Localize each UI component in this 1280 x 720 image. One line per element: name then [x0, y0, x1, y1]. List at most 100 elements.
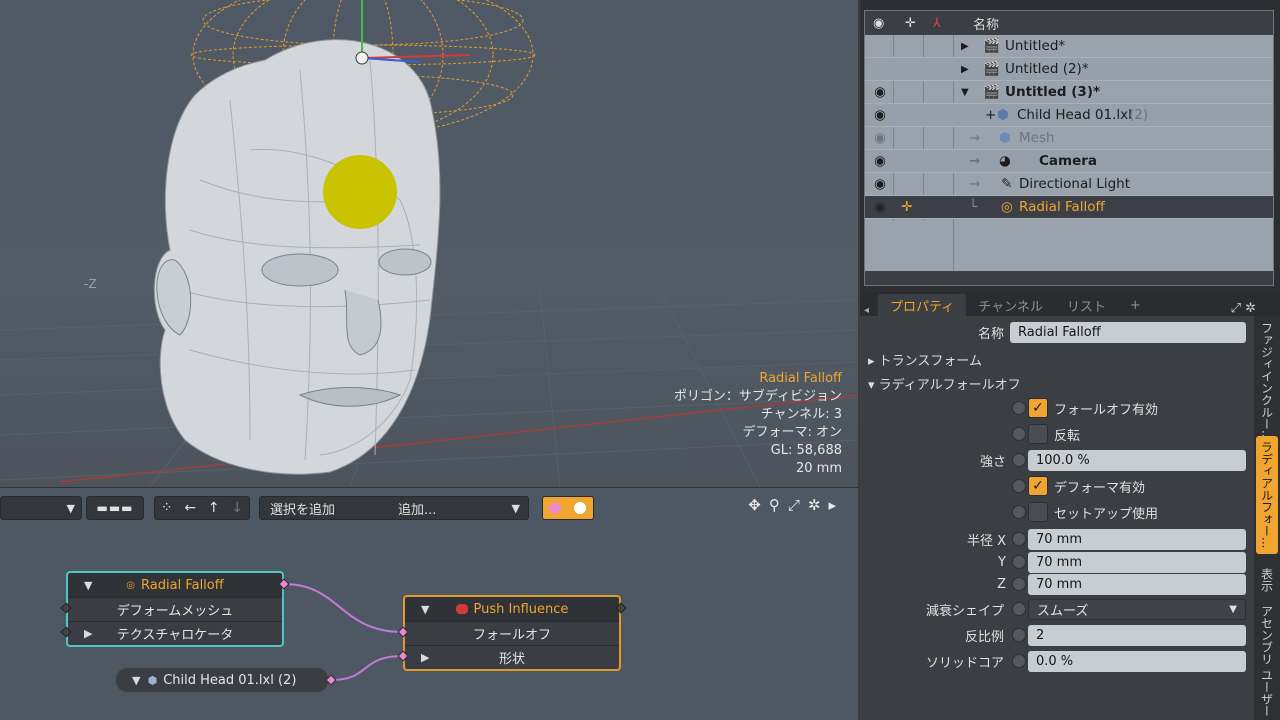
- axis-icon[interactable]: ⅄: [933, 16, 941, 31]
- invert-row: 反転: [860, 422, 1254, 446]
- tree-line: →: [969, 130, 981, 146]
- eye-icon[interactable]: ◉: [871, 107, 889, 123]
- item-list[interactable]: ◉ ✛ ⅄ 名称 ▶ 🎬 Untitled* ▶ 🎬 Untitled (2)*: [864, 10, 1274, 286]
- channel-dot[interactable]: [1012, 532, 1026, 546]
- plus-icon[interactable]: +: [985, 107, 996, 123]
- vtab-display[interactable]: 表示: [1256, 558, 1278, 602]
- node-header[interactable]: ▼ ⬢ Child Head 01.lxl (2): [116, 668, 328, 692]
- core-field[interactable]: 0.0 %: [1028, 650, 1246, 672]
- node-child-head[interactable]: ▼ ⬢ Child Head 01.lxl (2): [115, 667, 329, 693]
- port-falloff[interactable]: フォールオフ: [405, 621, 619, 645]
- item-list-panel[interactable]: ◉ ✛ ⅄ 名称 ▶ 🎬 Untitled* ▶ 🎬 Untitled (2)*: [860, 0, 1280, 292]
- setup-use-checkbox[interactable]: [1028, 502, 1048, 522]
- name-row: 名称 Radial Falloff: [860, 320, 1254, 344]
- channel-dot[interactable]: [1012, 401, 1026, 415]
- name-field[interactable]: Radial Falloff: [1010, 321, 1246, 343]
- collapse-icon[interactable]: ▼: [421, 603, 429, 616]
- node-header[interactable]: ▼ Push Influence: [405, 597, 619, 621]
- eye-icon[interactable]: ◉: [871, 130, 889, 146]
- item-label: Mesh: [1019, 130, 1055, 146]
- eye-icon[interactable]: ◉: [871, 176, 889, 192]
- invert-checkbox[interactable]: [1028, 424, 1048, 444]
- scene-icon: 🎬: [983, 38, 1000, 54]
- channel-dot[interactable]: [1012, 427, 1026, 441]
- section-radial-falloff[interactable]: ▾ ラディアルフォールオフ: [868, 374, 1021, 393]
- list-item[interactable]: ▶ 🎬 Untitled*: [865, 35, 1273, 58]
- channel-dot[interactable]: [1012, 577, 1026, 591]
- radius-y-field[interactable]: 70 mm: [1028, 551, 1246, 573]
- tab-list[interactable]: リスト: [1055, 294, 1118, 316]
- list-item[interactable]: ◉ → ◕ Camera: [865, 150, 1273, 173]
- port-shape[interactable]: ▶ 形状: [405, 645, 619, 669]
- eye-icon[interactable]: ◉: [871, 84, 889, 100]
- radius-z-label: Z: [997, 576, 1006, 592]
- list-item[interactable]: ◉ + ⬢ Child Head 01.lxl (2): [865, 104, 1273, 127]
- channel-dot[interactable]: [1012, 453, 1026, 467]
- vertical-tabs: ファジィインクルー... ラディアルフォー... 表示 アセンブリ ユーザー: [1254, 316, 1280, 720]
- node-header[interactable]: ▼ ◎ Radial Falloff: [68, 573, 282, 597]
- port-texture-locator[interactable]: ▶ テクスチャロケータ: [68, 621, 282, 645]
- shape-dropdown[interactable]: スムーズ ▼: [1028, 598, 1246, 620]
- channel-dot[interactable]: [1012, 602, 1026, 616]
- vtab-radial-falloff[interactable]: ラディアルフォー...: [1256, 436, 1278, 554]
- strength-field[interactable]: 100.0 %: [1028, 449, 1246, 471]
- collapse-icon[interactable]: ▼: [132, 674, 140, 687]
- 3d-viewport[interactable]: -Z Radial Falloff ポリゴン：サブディビジョン チャンネル: 3…: [0, 0, 858, 487]
- axis-label: -Z: [84, 277, 97, 291]
- child-head-mesh[interactable]: [153, 39, 441, 475]
- section-transform[interactable]: ▸ トランスフォーム: [868, 350, 982, 369]
- inverse-field[interactable]: 2: [1028, 624, 1246, 646]
- collapse-icon[interactable]: ▼: [961, 87, 969, 98]
- channel-dot[interactable]: [1012, 628, 1026, 642]
- panel-menu-icon[interactable]: ◂: [860, 305, 878, 316]
- channel-dot[interactable]: [1012, 654, 1026, 668]
- list-item-selected[interactable]: ◉ ✛ └ ◎ Radial Falloff: [865, 196, 1273, 219]
- vtab-fusion[interactable]: ファジィインクルー...: [1256, 320, 1278, 444]
- item-suffix: (2): [1129, 107, 1149, 123]
- item-label: Untitled*: [1005, 38, 1066, 54]
- eye-icon[interactable]: ◉: [871, 153, 889, 169]
- lock-icon[interactable]: ✛: [901, 199, 912, 215]
- channel-dot[interactable]: [1012, 479, 1026, 493]
- item-label: Camera: [1039, 153, 1098, 169]
- port-deform-mesh[interactable]: デフォームメッシュ: [68, 597, 282, 621]
- port-label: デフォームメッシュ: [116, 604, 234, 619]
- node-radial-falloff[interactable]: ▼ ◎ Radial Falloff デフォームメッシュ ▶ テクスチャロケータ: [66, 571, 284, 647]
- info-deformer: デフォーマ: オン: [742, 425, 842, 440]
- eye-icon[interactable]: ◉: [871, 199, 889, 215]
- deformer-enabled-checkbox[interactable]: ✓: [1028, 476, 1048, 496]
- radius-y-label: Y: [998, 554, 1006, 570]
- radius-z-field[interactable]: 70 mm: [1028, 573, 1246, 595]
- influence-icon: [455, 604, 468, 614]
- tab-properties[interactable]: プロパティ: [878, 294, 967, 316]
- schematic-panel[interactable]: ▼ ▬▬▬ ⁘ ← ↑ ↓ 選択を追加 追加... ▼ ✥ ⚲ ⤢ ✲ ▸ ▼ …: [0, 487, 858, 720]
- channel-dot[interactable]: [1012, 555, 1026, 569]
- scrollbar[interactable]: [865, 271, 1273, 285]
- vtab-user[interactable]: ユーザー: [1256, 666, 1278, 720]
- falloff-center-marker[interactable]: [323, 155, 397, 229]
- tab-add[interactable]: +: [1118, 294, 1153, 316]
- setup-use-row: セットアップ使用: [860, 500, 1254, 524]
- collapse-icon[interactable]: ▼: [84, 579, 92, 592]
- expand-icon[interactable]: ▶: [84, 627, 92, 640]
- channel-dot[interactable]: [1012, 505, 1026, 519]
- port-label: 形状: [498, 652, 525, 667]
- falloff-enabled-checkbox[interactable]: ✓: [1028, 398, 1048, 418]
- list-item[interactable]: ◉ ▼ 🎬 Untitled (3)*: [865, 81, 1273, 104]
- falloff-icon: ◎: [1001, 199, 1013, 215]
- list-item[interactable]: ▶ 🎬 Untitled (2)*: [865, 58, 1273, 81]
- inverse-row: 反比例 2: [860, 623, 1254, 647]
- expand-icon[interactable]: ⤢ ✲: [1231, 301, 1256, 316]
- radius-x-field[interactable]: 70 mm: [1028, 528, 1246, 550]
- node-push-influence[interactable]: ▼ Push Influence フォールオフ ▶ 形状: [403, 595, 621, 671]
- list-item[interactable]: ◉ → ⬢ Mesh: [865, 127, 1273, 150]
- lock-icon[interactable]: ✛: [905, 16, 916, 31]
- expand-icon[interactable]: ▶: [961, 64, 969, 75]
- list-item[interactable]: ◉ → ✎ Directional Light: [865, 173, 1273, 196]
- expand-icon[interactable]: ▶: [961, 41, 969, 52]
- tab-channels[interactable]: チャンネル: [966, 294, 1055, 316]
- vtab-assembly[interactable]: アセンブリ: [1256, 604, 1278, 666]
- eye-icon[interactable]: ◉: [873, 16, 884, 31]
- info-grid-size: 20 mm: [795, 461, 842, 476]
- expand-icon[interactable]: ▶: [421, 651, 429, 664]
